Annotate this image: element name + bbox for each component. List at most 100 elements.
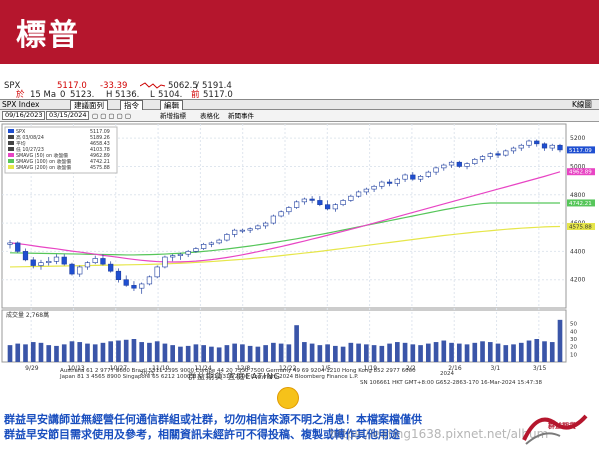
candle-body <box>115 270 122 280</box>
volume-tick-label: 50 <box>570 322 577 328</box>
legend-swatch <box>8 141 14 145</box>
volume-bar <box>170 345 175 362</box>
disclaimer-line-1: 群益早安講師並無經營任何通信群組或社群，切勿相信來源不明之消息！本檔案檔僅供 <box>4 413 422 426</box>
volume-bar <box>418 345 423 362</box>
volume-bar <box>278 343 284 362</box>
page-title: 標普 <box>16 18 80 53</box>
volume-bar <box>511 344 516 362</box>
candle-body <box>417 176 424 180</box>
volume-bar <box>30 342 36 362</box>
candle-body <box>379 181 385 187</box>
candle-body <box>433 167 439 173</box>
candle-body <box>371 185 377 190</box>
legend-swatch <box>8 153 14 157</box>
volume-tick-label: 30 <box>570 337 577 343</box>
quote-header: SPX 5117.0 -33.39 5062.5 / 5191.4 於 15 M… <box>0 72 599 100</box>
volume-bar <box>526 340 532 362</box>
legend-label: SMAVG (50) on 收盤價 <box>16 152 68 159</box>
date-toolbar: 09/16/2023 03/15/2024 ▢ ▢ ▢ ▢ ▢ 新增指標 表格化… <box>0 110 599 122</box>
candle-body <box>410 174 416 180</box>
candle-body <box>518 144 524 149</box>
volume-bar <box>209 346 214 362</box>
candle-body <box>193 248 199 252</box>
candle-body <box>425 171 431 177</box>
date-from-field[interactable]: 09/16/2023 <box>2 111 46 120</box>
volume-bar <box>557 319 563 362</box>
candle-body <box>92 258 98 264</box>
candle-body <box>46 260 52 264</box>
tool-table[interactable]: 表格化 <box>200 111 220 121</box>
candle-body <box>239 229 246 232</box>
volume-tick-label: 10 <box>570 352 577 358</box>
candle-body <box>332 204 338 210</box>
candle-body <box>510 147 517 152</box>
chart-type-label: K線圖 <box>572 100 592 109</box>
volume-bar <box>356 343 361 362</box>
candle-body <box>278 211 284 217</box>
volume-bar <box>395 342 400 362</box>
candle-body <box>293 201 300 208</box>
volume-bar <box>379 345 385 362</box>
legend-value: 4962.89 <box>90 153 110 159</box>
legend-label: 平均 <box>16 140 26 147</box>
candle-body <box>170 255 176 258</box>
candle-body <box>216 239 222 244</box>
volume-bar <box>433 342 439 362</box>
candle-body <box>363 188 369 193</box>
candle-body <box>15 242 21 252</box>
period-buttons[interactable]: ▢ ▢ ▢ ▢ ▢ <box>92 111 131 121</box>
volume-bar <box>247 345 253 362</box>
x-tick-label: 9/29 <box>25 365 39 372</box>
candle-body <box>456 161 462 167</box>
candle-body <box>448 161 455 166</box>
volume-bar <box>402 342 408 362</box>
volume-bar <box>100 342 106 362</box>
volume-bar <box>123 339 129 362</box>
volume-bar <box>271 342 276 362</box>
volume-bar <box>116 340 121 362</box>
candle-body <box>503 150 509 156</box>
volume-bar <box>69 341 75 362</box>
candle-body <box>146 276 153 285</box>
candle-body <box>224 234 230 241</box>
candle-body <box>123 279 129 286</box>
volume-bar <box>487 342 493 362</box>
candle-body <box>402 174 408 180</box>
volume-bar <box>449 342 454 362</box>
candle-body <box>348 195 354 201</box>
volume-bar <box>456 343 462 362</box>
volume-bar <box>193 344 199 362</box>
candle-body <box>247 228 253 231</box>
candle-body <box>77 266 83 275</box>
volume-bar <box>77 342 83 362</box>
volume-bar <box>495 343 501 362</box>
candle-body <box>162 256 168 268</box>
price-tag-label: 4575.88 <box>569 224 592 230</box>
volume-bar <box>333 345 338 362</box>
legend-value: 4742.21 <box>90 159 110 165</box>
candle-body <box>108 263 114 272</box>
volume-bar <box>472 342 478 362</box>
x-tick-label: 3/15 <box>533 365 547 372</box>
candle-body <box>131 285 137 289</box>
price-tag-label: 5117.09 <box>569 148 592 154</box>
candle-body <box>534 140 540 145</box>
candle-body <box>472 159 478 164</box>
volume-bar <box>185 345 191 362</box>
volume-bar <box>7 345 13 362</box>
legend-swatch <box>8 147 14 151</box>
candle-body <box>53 256 60 262</box>
candle-body <box>61 256 67 265</box>
date-to-field[interactable]: 03/15/2024 <box>46 111 90 120</box>
candle-body <box>479 156 486 160</box>
volume-bar <box>255 346 261 362</box>
volume-bar <box>480 341 485 362</box>
volume-bar <box>542 341 547 362</box>
volume-bar <box>178 346 183 362</box>
candle-body <box>69 263 75 275</box>
candle-body <box>7 242 13 245</box>
candle-body <box>22 251 29 261</box>
tool-news[interactable]: 新聞事件 <box>228 111 254 121</box>
title-bar: 標普 <box>0 0 599 64</box>
tool-add[interactable]: 新增指標 <box>160 111 186 121</box>
